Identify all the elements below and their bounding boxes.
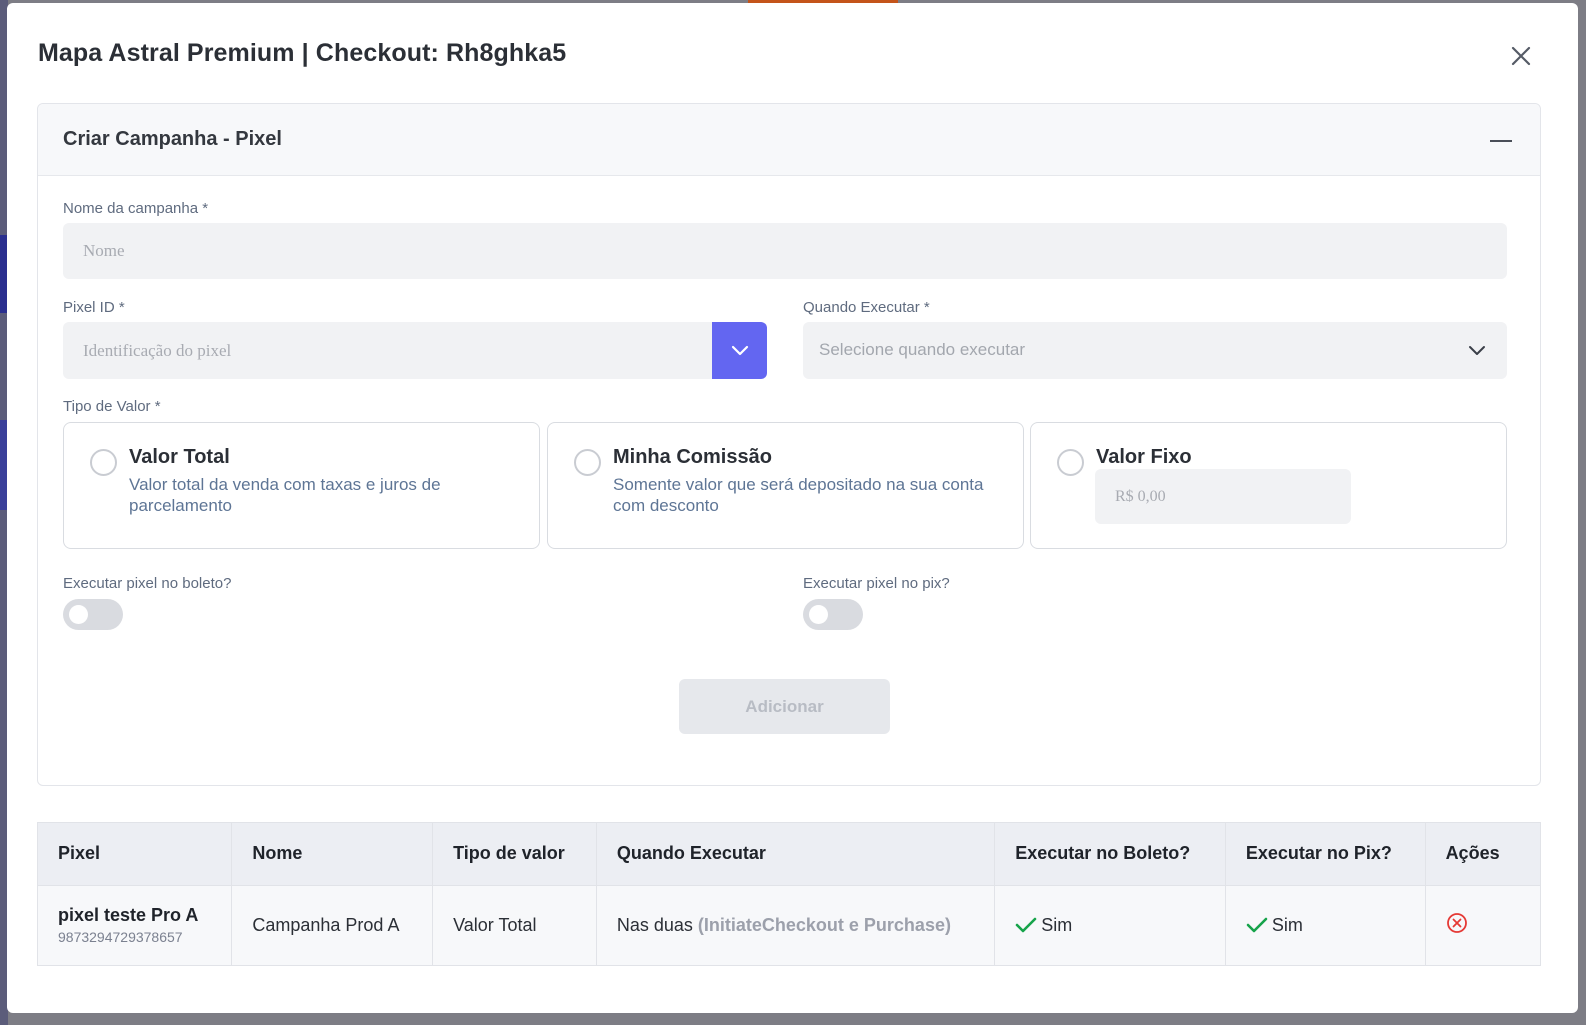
when-execute-select[interactable]: Selecione quando executar: [803, 322, 1507, 379]
value-type-label: Tipo de Valor *: [63, 398, 161, 415]
chevron-down-icon: [1469, 346, 1485, 355]
cell-name: Campanha Prod A: [231, 884, 434, 965]
close-icon: [1511, 46, 1531, 66]
option-commission-description: Somente valor que será depositado na sua…: [613, 475, 984, 515]
option-fixed-title: Valor Fixo: [1096, 446, 1192, 468]
pixel-id: 9873294729378657: [58, 929, 183, 946]
header-pixel: Pixel: [38, 823, 233, 885]
value-type-option-fixed[interactable]: Valor Fixo: [1030, 422, 1507, 549]
toggle-knob: [809, 605, 828, 624]
value-type-option-total[interactable]: Valor Total Valor total da venda com tax…: [63, 422, 540, 549]
campaign-name-input[interactable]: [63, 223, 1507, 279]
radio-total[interactable]: [90, 449, 117, 476]
table-row: pixel teste Pro A 9873294729378657 Campa…: [38, 884, 1540, 965]
radio-fixed[interactable]: [1057, 449, 1084, 476]
circle-x-icon: [1446, 912, 1467, 933]
when-execute-label: Quando Executar *: [803, 299, 930, 316]
header-when-execute: Quando Executar: [596, 823, 996, 885]
when-main: Nas duas: [616, 914, 693, 935]
campaign-modal: Mapa Astral Premium | Checkout: Rh8ghka5…: [7, 3, 1578, 1013]
boleto-toggle-label: Executar pixel no boleto?: [63, 575, 232, 592]
cell-when-execute: Nas duas (InitiateCheckout e Purchase): [596, 884, 996, 965]
card-title: Criar Campanha - Pixel: [63, 128, 282, 150]
create-campaign-card: Criar Campanha - Pixel Nome da campanha …: [37, 103, 1541, 786]
pixel-id-dropdown-button[interactable]: [712, 322, 767, 379]
close-button[interactable]: [1504, 39, 1538, 73]
radio-commission[interactable]: [574, 449, 601, 476]
fixed-value-input[interactable]: [1095, 469, 1351, 524]
pix-value: Sim: [1271, 914, 1303, 935]
add-button[interactable]: Adicionar: [679, 679, 890, 734]
boleto-toggle[interactable]: [63, 599, 123, 630]
minus-icon: [1490, 140, 1512, 142]
option-total-description: Valor total da venda com taxas e juros d…: [129, 475, 441, 515]
pix-toggle[interactable]: [803, 599, 863, 630]
pix-toggle-label: Executar pixel no pix?: [803, 575, 950, 592]
cell-pixel: pixel teste Pro A 9873294729378657: [38, 884, 233, 965]
when-execute-placeholder: Selecione quando executar: [819, 340, 1026, 359]
cell-actions: [1425, 884, 1540, 965]
cell-value-type: Valor Total: [432, 884, 597, 965]
cell-boleto: Sim: [994, 884, 1226, 965]
campaigns-table: Pixel Nome Tipo de valor Quando Executar…: [37, 822, 1541, 966]
cell-pix: Sim: [1225, 884, 1426, 965]
pixel-id-input[interactable]: [63, 322, 713, 379]
header-name: Nome: [231, 823, 434, 885]
check-icon: [1015, 917, 1037, 933]
value-type-option-commission[interactable]: Minha Comissão Somente valor que será de…: [547, 422, 1024, 549]
boleto-value: Sim: [1041, 914, 1073, 935]
collapse-button[interactable]: [1486, 126, 1516, 156]
pixel-id-label: Pixel ID *: [63, 299, 125, 316]
card-header: Criar Campanha - Pixel: [38, 104, 1540, 176]
toggle-knob: [69, 605, 88, 624]
modal-title: Mapa Astral Premium | Checkout: Rh8ghka5: [38, 39, 567, 67]
option-commission-title: Minha Comissão: [613, 446, 772, 468]
pixel-name: pixel teste Pro A: [58, 905, 199, 926]
check-icon: [1246, 917, 1268, 933]
header-pix: Executar no Pix?: [1225, 823, 1426, 885]
delete-button[interactable]: [1446, 912, 1468, 934]
campaign-name-label: Nome da campanha *: [63, 200, 209, 217]
option-total-title: Valor Total: [129, 446, 230, 468]
table-header-row: Pixel Nome Tipo de valor Quando Executar…: [38, 823, 1540, 885]
chevron-down-icon: [731, 345, 748, 356]
when-detail: (InitiateCheckout e Purchase): [697, 914, 951, 935]
header-actions: Ações: [1425, 823, 1540, 885]
header-boleto: Executar no Boleto?: [994, 823, 1226, 885]
header-value-type: Tipo de valor: [432, 823, 597, 885]
